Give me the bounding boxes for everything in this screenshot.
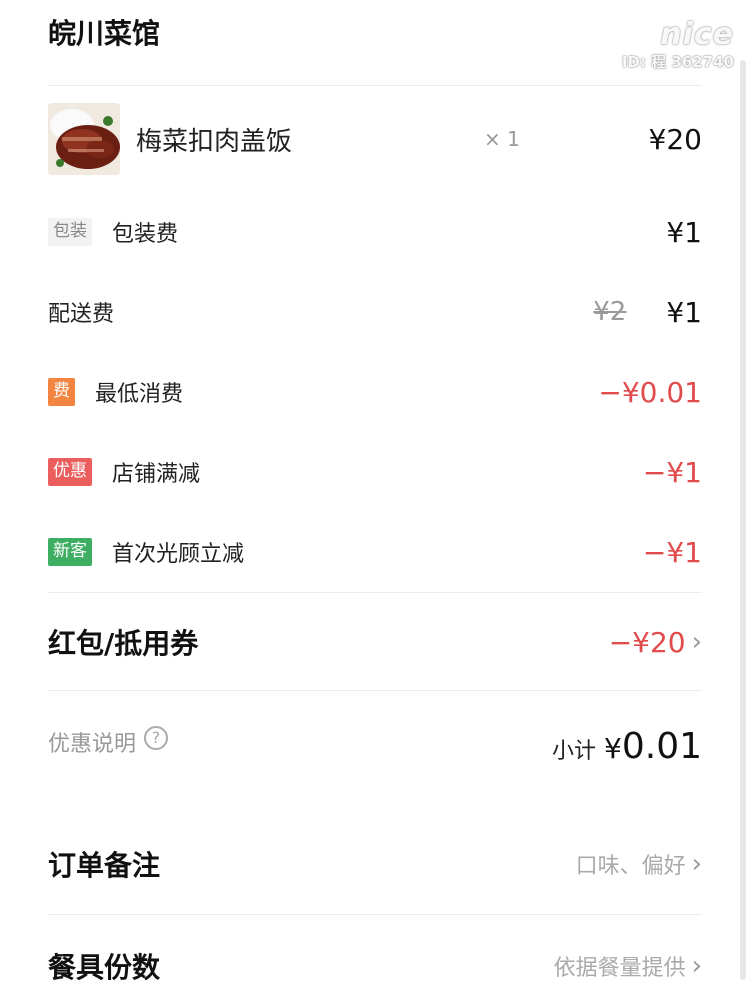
store-discount-label: 店铺满减: [112, 462, 201, 487]
fee-row-new-customer: 新客 首次光顾立减 −¥1: [48, 534, 702, 570]
item-price: ¥20: [648, 122, 702, 156]
subtotal: 小计 ¥ 0.01: [552, 726, 702, 767]
fee-row-store-discount: 优惠 店铺满减 −¥1: [48, 454, 702, 490]
order-item-row[interactable]: 梅菜扣肉盖饭 × 1 ¥20: [48, 102, 702, 176]
shop-name: 皖川菜馆: [48, 17, 161, 50]
new-customer-price: −¥1: [642, 535, 702, 569]
order-note-row[interactable]: 订单备注 口味、偏好 ›: [48, 842, 702, 886]
packaging-price: ¥1: [666, 215, 702, 249]
minimum-fee-tag: 费: [48, 378, 75, 406]
fee-row-minimum: 费 最低消费 −¥0.01: [48, 374, 702, 410]
subtotal-label: 小计: [552, 739, 597, 764]
scrollbar[interactable]: [740, 60, 746, 980]
watermark: nice ID: 程 362740: [622, 18, 734, 72]
fees-divider: [48, 592, 702, 593]
header-divider: [48, 85, 702, 86]
utensils-row[interactable]: 餐具份数 依据餐量提供 ›: [48, 944, 702, 988]
food-photo-icon: [48, 103, 120, 175]
coupon-divider: [48, 690, 702, 691]
store-discount-tag: 优惠: [48, 458, 92, 486]
subtotal-value: 0.01: [621, 726, 702, 767]
coupon-value: −¥20: [608, 625, 686, 659]
fee-row-packaging: 包装 包装费 ¥1: [48, 214, 702, 250]
utensils-label: 餐具份数: [48, 951, 161, 984]
item-name: 梅菜扣肉盖饭: [136, 126, 293, 157]
question-circle-icon[interactable]: ?: [144, 726, 169, 750]
coupon-row[interactable]: 红包/抵用券 −¥20 ›: [48, 620, 702, 664]
delivery-price: ¥1: [666, 295, 702, 329]
subtotal-row: 优惠说明 ? 小计 ¥ 0.01: [48, 726, 702, 776]
minimum-fee-label: 最低消费: [95, 382, 184, 407]
new-customer-label: 首次光顾立减: [112, 542, 245, 567]
watermark-id: ID: 程 362740: [621, 53, 734, 71]
order-note-label: 订单备注: [48, 849, 161, 882]
store-discount-price: −¥1: [642, 455, 702, 489]
coupon-label: 红包/抵用券: [48, 627, 199, 660]
packaging-label: 包装费: [112, 222, 179, 247]
packaging-tag: 包装: [48, 218, 92, 246]
order-confirm-page: nice ID: 程 362740 皖川菜馆 梅菜扣肉盖饭 × 1 ¥20 包装…: [0, 0, 750, 1000]
chevron-right-icon: ›: [691, 951, 702, 981]
utensils-value: 依据餐量提供: [553, 956, 686, 981]
discount-note-label: 优惠说明: [48, 732, 137, 757]
order-note-value: 口味、偏好: [575, 854, 686, 879]
watermark-logo: nice: [660, 17, 734, 52]
fee-row-delivery: 配送费 ¥2 ¥1: [48, 294, 702, 330]
food-photo: [48, 103, 120, 175]
new-customer-tag: 新客: [48, 538, 92, 566]
subtotal-currency: ¥: [604, 732, 622, 765]
order-note-divider: [48, 914, 702, 915]
delivery-label: 配送费: [48, 302, 115, 327]
item-quantity: × 1: [484, 127, 520, 151]
chevron-right-icon: ›: [691, 627, 702, 657]
chevron-right-icon: ›: [691, 849, 702, 879]
minimum-fee-price: −¥0.01: [598, 375, 702, 409]
delivery-original-price: ¥2: [593, 297, 627, 327]
